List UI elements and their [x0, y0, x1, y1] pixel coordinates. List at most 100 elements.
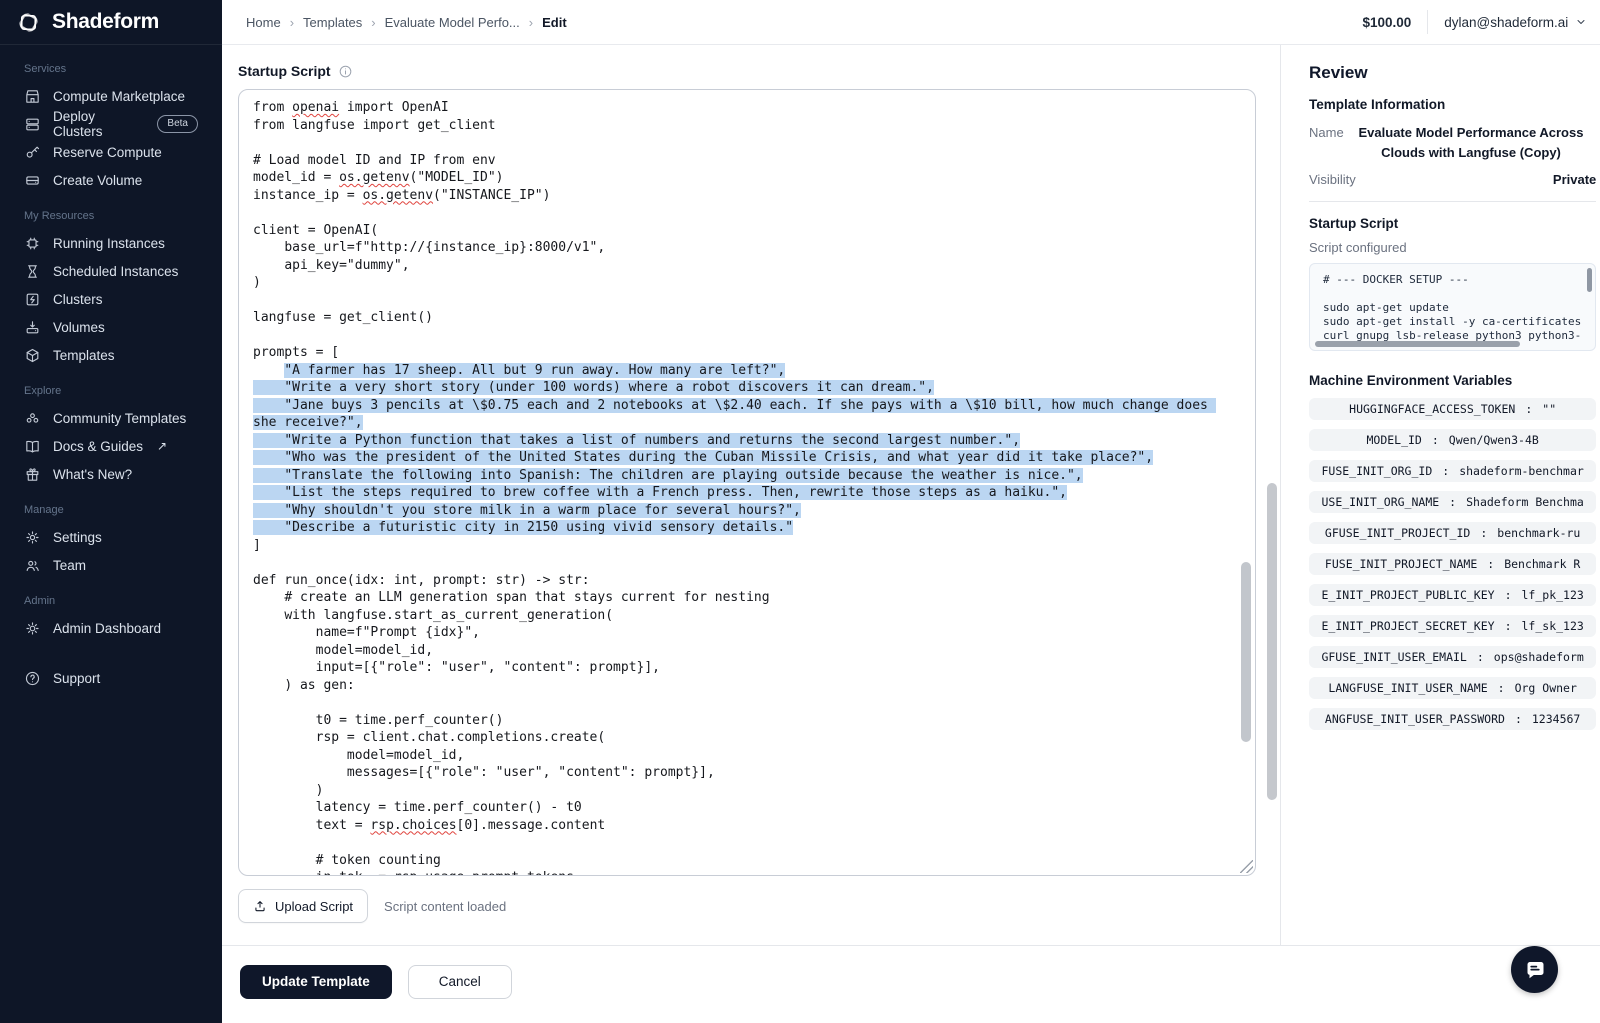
section-label-my-resources: My Resources — [24, 210, 198, 222]
env-separator: : — [1505, 588, 1512, 602]
env-value: Shadeform Benchma — [1466, 495, 1584, 509]
info-icon[interactable] — [338, 64, 353, 79]
footer-actions: Update Template Cancel — [222, 945, 1600, 1023]
servers-icon — [24, 116, 41, 133]
env-key: LANGFUSE_INIT_USER_NAME — [1328, 681, 1487, 695]
env-vars-heading: Machine Environment Variables — [1309, 373, 1596, 388]
main-scrollbar-thumb[interactable] — [1267, 483, 1277, 800]
env-key: GFUSE_INIT_USER_EMAIL — [1321, 650, 1466, 664]
account-balance: $100.00 — [1362, 15, 1411, 30]
sidebar-item-team[interactable]: Team — [10, 551, 212, 579]
brand-name: Shadeform — [52, 10, 159, 34]
code-misspelled-token: rsp.choices — [370, 818, 456, 833]
section-label-services: Services — [24, 63, 198, 75]
account-email: dylan@shadeform.ai — [1444, 15, 1568, 30]
sidebar-item-label: Clusters — [53, 292, 103, 307]
team-icon — [24, 557, 41, 574]
env-key: HUGGINGFACE_ACCESS_TOKEN — [1349, 402, 1515, 416]
editor-resize-grip[interactable] — [1240, 860, 1253, 873]
sidebar-item-label: Scheduled Instances — [53, 264, 178, 279]
section-label-manage: Manage — [24, 504, 198, 516]
sidebar-item-settings[interactable]: Settings — [10, 523, 212, 551]
sidebar-item-deploy-clusters[interactable]: Deploy Clusters Beta — [10, 110, 212, 138]
script-configured-status: Script configured — [1309, 240, 1596, 255]
sidebar-item-whats-new[interactable]: What's New? — [10, 460, 212, 488]
template-information-heading: Template Information — [1309, 97, 1596, 112]
chat-support-button[interactable] — [1511, 946, 1558, 993]
storefront-icon — [24, 88, 41, 105]
sidebar-item-label: Deploy Clusters — [53, 109, 145, 139]
sidebar-item-clusters[interactable]: Clusters — [10, 285, 212, 313]
sidebar-item-running-instances[interactable]: Running Instances — [10, 229, 212, 257]
account-menu[interactable]: dylan@shadeform.ai — [1444, 15, 1587, 30]
help-icon — [24, 670, 41, 687]
sidebar-nav: Services Compute Marketplace Deploy Clus… — [0, 45, 222, 1023]
sidebar-item-scheduled-instances[interactable]: Scheduled Instances — [10, 257, 212, 285]
breadcrumb-templates[interactable]: Templates — [303, 15, 362, 30]
divider — [1309, 201, 1596, 202]
breadcrumb: Home › Templates › Evaluate Model Perfo.… — [246, 15, 567, 30]
env-separator: : — [1432, 433, 1439, 447]
editor-scrollbar-thumb[interactable] — [1241, 562, 1251, 742]
sidebar-item-label: Admin Dashboard — [53, 621, 161, 636]
sidebar-item-compute-marketplace[interactable]: Compute Marketplace — [10, 82, 212, 110]
breadcrumb-template-name[interactable]: Evaluate Model Perfo... — [385, 15, 520, 30]
cpu-icon — [24, 235, 41, 252]
sidebar-item-support[interactable]: Support — [10, 664, 212, 692]
preview-vertical-scrollbar-thumb[interactable] — [1587, 268, 1592, 292]
code-segment: from — [253, 100, 292, 115]
env-var-row: HUGGINGFACE_ACCESS_TOKEN:"" — [1309, 398, 1596, 420]
cube-icon — [24, 347, 41, 364]
env-var-row: E_INIT_PROJECT_PUBLIC_KEY:lf_pk_123 — [1309, 584, 1596, 606]
env-var-row: USE_INIT_ORG_NAME:Shadeform Benchma — [1309, 491, 1596, 513]
env-separator: : — [1480, 526, 1487, 540]
env-var-row: LANGFUSE_INIT_USER_NAME:Org Owner — [1309, 677, 1596, 699]
env-value: shadeform-benchmar — [1459, 464, 1584, 478]
sidebar-item-community-templates[interactable]: Community Templates — [10, 404, 212, 432]
visibility-label: Visibility — [1309, 172, 1356, 187]
sidebar-item-docs-guides[interactable]: Docs & Guides ↗ — [10, 432, 212, 460]
env-key: FUSE_INIT_PROJECT_NAME — [1325, 557, 1477, 571]
upload-script-button[interactable]: Upload Script — [238, 889, 368, 923]
external-link-icon: ↗ — [157, 439, 167, 453]
env-separator: : — [1515, 712, 1522, 726]
sidebar-item-label: Create Volume — [53, 173, 142, 188]
env-var-row: MODEL_ID:Qwen/Qwen3-4B — [1309, 429, 1596, 451]
hourglass-icon — [24, 263, 41, 280]
sidebar-item-label: Running Instances — [53, 236, 165, 251]
visibility-value: Private — [1553, 172, 1596, 187]
env-value: ops@shadeform — [1494, 650, 1584, 664]
sidebar-item-create-volume[interactable]: Create Volume — [10, 166, 212, 194]
script-preview-box: # --- DOCKER SETUP --- sudo apt-get upda… — [1309, 263, 1596, 351]
update-template-button[interactable]: Update Template — [240, 965, 392, 999]
env-separator: : — [1487, 557, 1494, 571]
env-vars-list: HUGGINGFACE_ACCESS_TOKEN:"" MODEL_ID:Qwe… — [1309, 398, 1596, 730]
breadcrumb-edit: Edit — [542, 15, 567, 30]
key-icon — [24, 144, 41, 161]
sidebar-item-templates[interactable]: Templates — [10, 341, 212, 369]
preview-horizontal-scrollbar-thumb[interactable] — [1315, 341, 1520, 347]
startup-script-editor[interactable]: from openai import OpenAI from langfuse … — [238, 89, 1256, 876]
upload-status-text: Script content loaded — [384, 899, 506, 914]
code-editor-text[interactable]: from openai import OpenAI from langfuse … — [239, 90, 1255, 876]
env-separator: : — [1505, 619, 1512, 633]
env-var-row: FUSE_INIT_PROJECT_NAME: Benchmark R — [1309, 553, 1596, 575]
review-title: Review — [1309, 63, 1596, 83]
sidebar-item-volumes[interactable]: Volumes — [10, 313, 212, 341]
breadcrumb-home[interactable]: Home — [246, 15, 281, 30]
sidebar-item-admin-dashboard[interactable]: Admin Dashboard — [10, 614, 212, 642]
chevron-right-icon: › — [290, 15, 294, 30]
sidebar-item-label: Settings — [53, 530, 102, 545]
gear-icon — [24, 529, 41, 546]
startup-script-review-heading: Startup Script — [1309, 216, 1596, 231]
cancel-button[interactable]: Cancel — [408, 965, 512, 999]
env-key: ANGFUSE_INIT_USER_PASSWORD — [1325, 712, 1505, 726]
env-value: lf_sk_123 — [1522, 619, 1584, 633]
section-label-explore: Explore — [24, 385, 198, 397]
sidebar-item-label: Docs & Guides — [53, 439, 143, 454]
sidebar-item-reserve-compute[interactable]: Reserve Compute — [10, 138, 212, 166]
review-panel: Review Template Information Name Evaluat… — [1280, 45, 1600, 945]
code-misspelled-token: rsp.usage.prompt_tokens — [394, 870, 574, 876]
env-value: Benchmark R — [1504, 557, 1580, 571]
env-separator: : — [1498, 681, 1505, 695]
